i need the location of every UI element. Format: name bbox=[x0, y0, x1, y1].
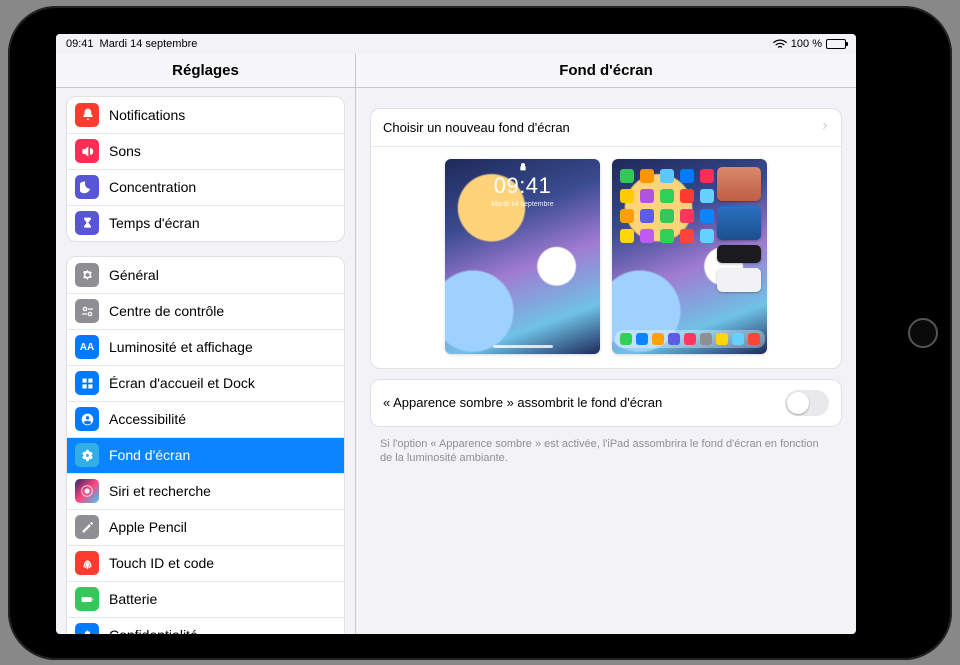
status-bar: 09:41 Mardi 14 septembre 100 % bbox=[56, 34, 856, 54]
home-button[interactable] bbox=[908, 318, 938, 348]
sidebar-item-label: Apple Pencil bbox=[109, 519, 334, 535]
sidebar-item-pencil[interactable]: Apple Pencil bbox=[67, 509, 344, 545]
home-preview-apps bbox=[620, 169, 714, 243]
switches-icon bbox=[75, 299, 99, 323]
dark-dims-group: « Apparence sombre » assombrit le fond d… bbox=[370, 379, 842, 427]
lock-screen-preview[interactable]: 09:41 Mardi 14 septembre bbox=[445, 159, 600, 354]
sidebar-item-label: Écran d'accueil et Dock bbox=[109, 375, 334, 391]
wallpaper-previews: 09:41 Mardi 14 septembre bbox=[371, 146, 841, 368]
sidebar-item-notifications[interactable]: Notifications bbox=[67, 97, 344, 133]
sidebar-item-touchid[interactable]: Touch ID et code bbox=[67, 545, 344, 581]
lock-preview-time: 09:41 bbox=[445, 173, 600, 199]
hourglass-icon bbox=[75, 211, 99, 235]
battery-icon bbox=[75, 587, 99, 611]
wallpaper-group: Choisir un nouveau fond d'écran 0 bbox=[370, 108, 842, 369]
choose-wallpaper-label: Choisir un nouveau fond d'écran bbox=[383, 120, 570, 135]
battery-text: 100 % bbox=[791, 38, 822, 50]
sidebar-item-privacy[interactable]: Confidentialité bbox=[67, 617, 344, 634]
siri-icon bbox=[75, 479, 99, 503]
sidebar-item-label: Accessibilité bbox=[109, 411, 334, 427]
sidebar-item-label: Touch ID et code bbox=[109, 555, 334, 571]
screen: 09:41 Mardi 14 septembre 100 % Réglages … bbox=[56, 34, 856, 634]
dark-dims-footer: Si l'option « Apparence sombre » est act… bbox=[380, 437, 832, 467]
battery-icon bbox=[826, 39, 846, 49]
sidebar-item-battery[interactable]: Batterie bbox=[67, 581, 344, 617]
chevron-right-icon bbox=[821, 119, 829, 136]
sidebar-item-general[interactable]: Général bbox=[67, 257, 344, 293]
fingerprint-icon bbox=[75, 551, 99, 575]
sidebar-item-label: Temps d'écran bbox=[109, 215, 334, 231]
detail-title: Fond d'écran bbox=[356, 54, 856, 87]
speaker-icon bbox=[75, 139, 99, 163]
moon-icon bbox=[75, 175, 99, 199]
sidebar-item-wallpaper[interactable]: Fond d'écran bbox=[67, 437, 344, 473]
status-date: Mardi 14 septembre bbox=[100, 38, 198, 50]
sidebar-item-sounds[interactable]: Sons bbox=[67, 133, 344, 169]
dark-dims-toggle[interactable] bbox=[785, 390, 829, 416]
sidebar-item-label: Luminosité et affichage bbox=[109, 339, 334, 355]
sidebar-item-display[interactable]: AA Luminosité et affichage bbox=[67, 329, 344, 365]
home-preview-widgets bbox=[717, 167, 761, 297]
sidebar-item-screentime[interactable]: Temps d'écran bbox=[67, 205, 344, 241]
sidebar-item-control-center[interactable]: Centre de contrôle bbox=[67, 293, 344, 329]
lock-preview-date: Mardi 14 septembre bbox=[445, 201, 600, 208]
detail-pane: Choisir un nouveau fond d'écran 0 bbox=[356, 88, 856, 634]
person-icon bbox=[75, 407, 99, 431]
sidebar-item-label: Général bbox=[109, 267, 334, 283]
sidebar-item-accessibility[interactable]: Accessibilité bbox=[67, 401, 344, 437]
aa-icon: AA bbox=[75, 335, 99, 359]
settings-sidebar[interactable]: Notifications Sons Concentration Temps d'éc… bbox=[56, 88, 356, 634]
home-screen-preview[interactable] bbox=[612, 159, 767, 354]
title-row: Réglages Fond d'écran bbox=[56, 54, 856, 88]
dark-dims-row[interactable]: « Apparence sombre » assombrit le fond d… bbox=[371, 380, 841, 426]
sidebar-item-siri[interactable]: Siri et recherche bbox=[67, 473, 344, 509]
dark-dims-label: « Apparence sombre » assombrit le fond d… bbox=[383, 395, 662, 410]
home-preview-dock bbox=[615, 330, 765, 348]
wifi-icon bbox=[773, 39, 787, 49]
sidebar-item-label: Confidentialité bbox=[109, 627, 334, 634]
choose-wallpaper-row[interactable]: Choisir un nouveau fond d'écran bbox=[371, 109, 841, 146]
pencil-icon bbox=[75, 515, 99, 539]
sidebar-item-label: Batterie bbox=[109, 591, 334, 607]
sidebar-item-homescreen[interactable]: Écran d'accueil et Dock bbox=[67, 365, 344, 401]
bell-icon bbox=[75, 103, 99, 127]
sidebar-title: Réglages bbox=[56, 54, 356, 87]
sidebar-item-label: Fond d'écran bbox=[109, 447, 334, 463]
swipe-bar bbox=[493, 345, 553, 348]
sidebar-item-label: Sons bbox=[109, 143, 334, 159]
sidebar-item-focus[interactable]: Concentration bbox=[67, 169, 344, 205]
sidebar-item-label: Notifications bbox=[109, 107, 334, 123]
sidebar-item-label: Concentration bbox=[109, 179, 334, 195]
ipad-device-frame: 09:41 Mardi 14 septembre 100 % Réglages … bbox=[8, 6, 952, 660]
sidebar-item-label: Centre de contrôle bbox=[109, 303, 334, 319]
gear-icon bbox=[75, 263, 99, 287]
hand-icon bbox=[75, 623, 99, 634]
grid-icon bbox=[75, 371, 99, 395]
status-time: 09:41 bbox=[66, 38, 94, 50]
flower-icon bbox=[75, 443, 99, 467]
sidebar-item-label: Siri et recherche bbox=[109, 483, 334, 499]
